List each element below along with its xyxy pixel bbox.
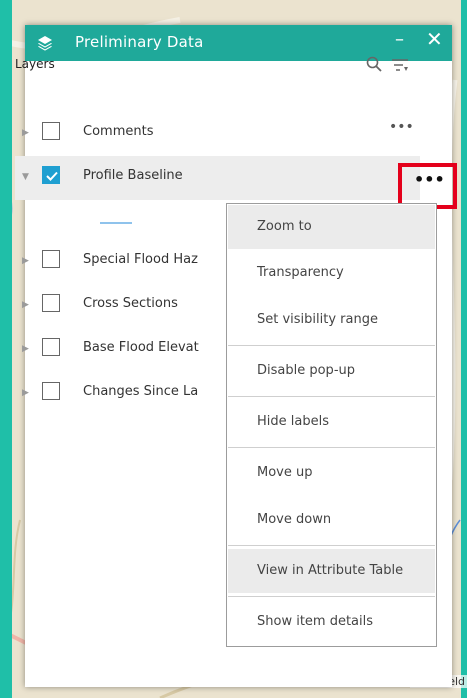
layer-checkbox[interactable] [42, 338, 60, 356]
panel-title: Preliminary Data [75, 33, 204, 51]
expand-caret-icon[interactable]: ▶ [22, 300, 29, 310]
expand-caret-icon[interactable]: ▶ [22, 128, 29, 138]
menu-item-transparency[interactable]: Transparency [228, 251, 435, 295]
close-button[interactable]: ✕ [426, 27, 443, 51]
layer-label: Comments [83, 124, 154, 139]
menu-item-show-details[interactable]: Show item details [228, 600, 435, 644]
layer-legend-swatch [100, 222, 132, 224]
layers-section-label: Layers [15, 57, 55, 71]
menu-item-visibility-range[interactable]: Set visibility range [228, 298, 435, 342]
checkmark-icon [46, 171, 58, 181]
menu-divider [228, 396, 435, 397]
menu-item-move-up[interactable]: Move up [228, 451, 435, 495]
layer-context-menu: Zoom to Transparency Set visibility rang… [226, 203, 437, 647]
layer-checkbox-checked[interactable] [42, 166, 60, 184]
menu-item-hide-labels[interactable]: Hide labels [228, 400, 435, 444]
expand-caret-icon[interactable]: ▶ [22, 344, 29, 354]
menu-divider [228, 596, 435, 597]
collapse-caret-icon[interactable]: ▼ [22, 172, 29, 182]
menu-item-attribute-table[interactable]: View in Attribute Table [228, 549, 435, 593]
menu-item-zoom-to[interactable]: Zoom to [228, 205, 435, 249]
menu-item-disable-popup[interactable]: Disable pop-up [228, 349, 435, 393]
expand-caret-icon[interactable]: ▶ [22, 256, 29, 266]
menu-divider [228, 345, 435, 346]
layer-checkbox[interactable] [42, 382, 60, 400]
layer-label: Cross Sections [83, 296, 178, 311]
layer-label: Special Flood Haz [83, 252, 198, 267]
frame-right-edge [461, 0, 467, 698]
menu-divider [228, 447, 435, 448]
search-icon[interactable] [366, 56, 382, 72]
layer-checkbox[interactable] [42, 250, 60, 268]
layer-label: Profile Baseline [83, 168, 183, 183]
frame-left-edge [0, 0, 12, 698]
menu-item-move-down[interactable]: Move down [228, 498, 435, 542]
layers-stack-icon [38, 36, 52, 51]
layer-label: Changes Since La [83, 384, 199, 399]
layer-row-profile-baseline[interactable]: ▼ Profile Baseline [15, 156, 420, 200]
more-options-button[interactable]: ••• [389, 119, 414, 135]
layer-checkbox[interactable] [42, 122, 60, 140]
minimize-button[interactable]: – [395, 29, 404, 50]
layer-label: Base Flood Elevat [83, 340, 199, 355]
filter-list-icon[interactable] [391, 57, 409, 73]
layer-checkbox[interactable] [42, 294, 60, 312]
panel-header[interactable]: Preliminary Data – ✕ [25, 25, 452, 61]
layer-row-comments[interactable]: ▶ Comments ••• [15, 112, 420, 156]
menu-divider [228, 545, 435, 546]
expand-caret-icon[interactable]: ▶ [22, 388, 29, 398]
